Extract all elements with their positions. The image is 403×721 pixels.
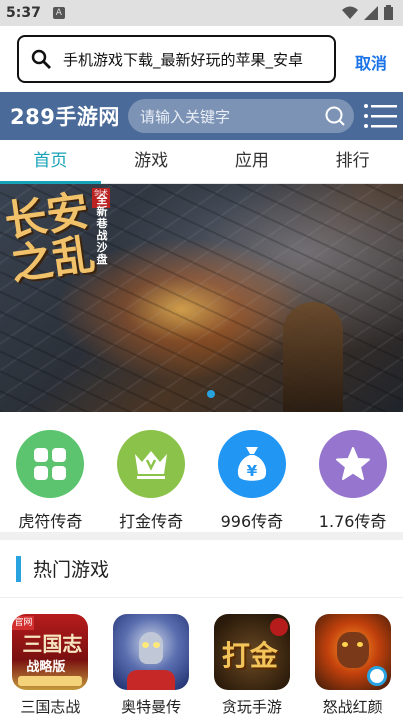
url-input[interactable]: 手机游戏下载_最新好玩的苹果_安卓 — [17, 35, 336, 83]
menu-icon[interactable] — [363, 102, 397, 130]
browser-bar: 手机游戏下载_最新好玩的苹果_安卓 取消 — [0, 26, 403, 92]
category-row: 虎符传奇 打金传奇 ¥ 996传奇 1.76传奇 — [0, 412, 403, 540]
tab-apps[interactable]: 应用 — [202, 140, 303, 183]
star-icon — [318, 430, 387, 498]
category-996[interactable]: ¥ 996传奇 — [207, 430, 297, 532]
category-176[interactable]: 1.76传奇 — [308, 430, 398, 532]
battery-icon — [384, 5, 393, 20]
url-text: 手机游戏下载_最新好玩的苹果_安卓 — [63, 50, 304, 69]
ultraman-icon — [113, 614, 190, 690]
tab-home[interactable]: 首页 — [0, 140, 101, 184]
dajin-icon: 打金 — [213, 614, 290, 690]
section-hot-games: 热门游戏 — [0, 540, 403, 598]
game-name: 怒战红颜 — [322, 698, 383, 716]
banner-title-art: 长安之乱 — [1, 185, 98, 290]
category-label: 虎符传奇 — [18, 512, 83, 531]
search-placeholder: 请输入关键字 — [140, 107, 231, 126]
banner-carousel[interactable]: 剑术 长安之乱 全新巷战沙盘 — [0, 184, 403, 412]
game-list: 官网 三国志 战略版 三国志战 奥特曼传 打金 贪玩手游 怒战红颜 — [0, 598, 403, 717]
signal-icon — [364, 5, 378, 20]
game-name: 三国志战 — [20, 698, 81, 716]
search-icon[interactable] — [324, 105, 346, 127]
game-item[interactable]: 官网 三国志 战略版 三国志战 — [8, 614, 92, 717]
svg-text:¥: ¥ — [247, 462, 258, 480]
site-logo[interactable]: 289手游网 — [10, 101, 120, 131]
game-item[interactable]: 打金 贪玩手游 — [210, 614, 294, 717]
game-item[interactable]: 怒战红颜 — [311, 614, 395, 717]
carousel-indicator[interactable] — [207, 390, 215, 398]
monster-icon — [314, 614, 391, 690]
status-icons — [342, 5, 393, 20]
status-bar: 5:37 A — [0, 0, 403, 26]
category-label: 996传奇 — [220, 512, 284, 531]
game-name: 贪玩手游 — [221, 698, 282, 716]
game-art-text: 打金 — [221, 639, 278, 672]
crown-icon — [117, 430, 186, 498]
section-accent-bar — [16, 555, 21, 582]
category-label: 1.76传奇 — [318, 512, 387, 531]
money-bag-icon: ¥ — [217, 430, 286, 498]
game-art-text: 三国志 — [22, 632, 83, 656]
search-icon — [31, 49, 51, 69]
tab-games[interactable]: 游戏 — [101, 140, 202, 183]
three-kingdoms-icon: 官网 三国志 战略版 — [12, 614, 89, 690]
game-name: 奥特曼传 — [121, 698, 182, 716]
game-art-subtext: 战略版 — [26, 660, 66, 675]
site-header: 289手游网 请输入关键字 — [0, 92, 403, 140]
site-search-input[interactable]: 请输入关键字 — [128, 99, 354, 133]
tab-ranking[interactable]: 排行 — [302, 140, 403, 183]
category-hufu[interactable]: 虎符传奇 — [5, 430, 95, 532]
section-title: 热门游戏 — [33, 559, 110, 581]
grid-icon — [16, 430, 85, 498]
wifi-icon — [342, 6, 358, 19]
nav-tabs: 首页 游戏 应用 排行 — [0, 140, 403, 184]
category-dajin[interactable]: 打金传奇 — [106, 430, 196, 532]
banner-tagline: 全新巷战沙盘 — [96, 193, 108, 266]
banner-figure — [283, 302, 343, 412]
status-time: 5:37 — [6, 5, 41, 21]
cancel-button[interactable]: 取消 — [355, 50, 387, 74]
category-label: 打金传奇 — [119, 512, 184, 531]
game-item[interactable]: 奥特曼传 — [109, 614, 193, 717]
notification-icon: A — [52, 7, 65, 19]
